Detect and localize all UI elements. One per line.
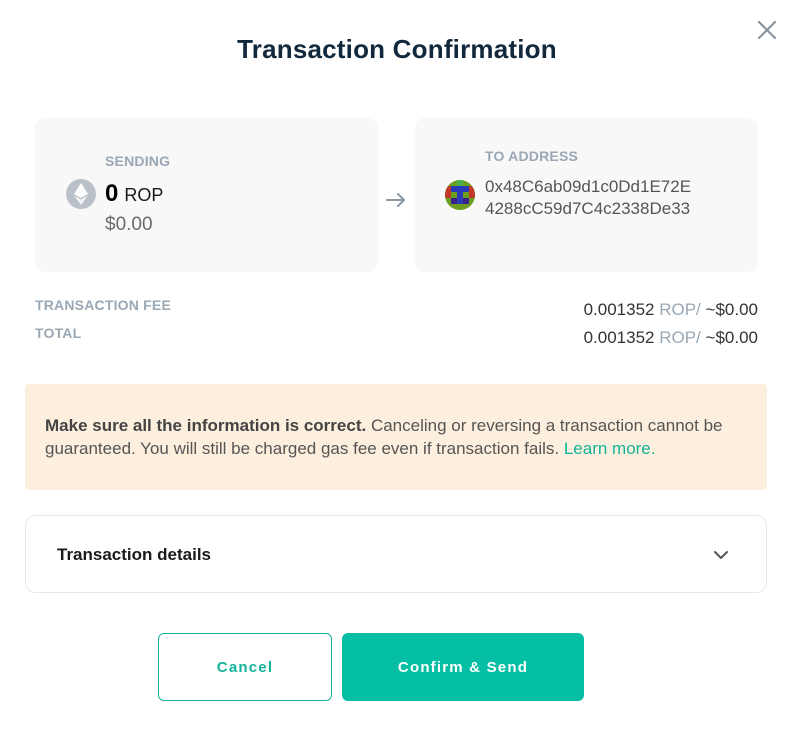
fee-fiat: ~$0.00 (705, 300, 758, 319)
ethereum-icon (66, 179, 96, 209)
sending-amount: 0 ROP (105, 180, 163, 208)
sending-fiat: $0.00 (105, 214, 153, 235)
transaction-fee-row: TRANSACTION FEE 0.001352 ROP/ ~$0.00 (35, 297, 758, 321)
total-value: 0.001352 ROP/ ~$0.00 (584, 328, 758, 348)
transaction-details-accordion[interactable]: Transaction details (25, 515, 767, 593)
identicon-avatar (445, 180, 475, 210)
transaction-confirmation-modal: Transaction Confirmation SENDING 0 ROP $0… (0, 0, 794, 733)
recipient-address: 0x48C6ab09d1c0Dd1E72E4288cC59d7C4c2338De… (485, 177, 692, 218)
to-address-label: TO ADDRESS (485, 148, 579, 164)
transaction-fee-label: TRANSACTION FEE (35, 297, 171, 313)
confirm-send-button[interactable]: Confirm & Send (342, 633, 584, 701)
transaction-fee-value: 0.001352 ROP/ ~$0.00 (584, 300, 758, 320)
transaction-details-label: Transaction details (57, 545, 211, 564)
learn-more-link[interactable]: Learn more. (564, 439, 656, 458)
total-amount: 0.001352 (583, 328, 655, 347)
total-unit: ROP/ (659, 328, 701, 347)
sending-card: SENDING 0 ROP $0.00 (35, 118, 378, 272)
warning-banner: Make sure all the information is correct… (25, 384, 767, 490)
chevron-down-icon (712, 546, 730, 564)
page-title: Transaction Confirmation (237, 34, 557, 64)
amount-value: 0 (105, 180, 119, 207)
sending-label: SENDING (105, 153, 171, 169)
to-address-card: TO ADDRESS 0x48C6ab09d1c0Dd1E72E4288cC59… (415, 118, 758, 272)
total-row: TOTAL 0.001352 ROP/ ~$0.00 (35, 325, 758, 349)
fee-amount: 0.001352 (583, 300, 655, 319)
total-fiat: ~$0.00 (705, 328, 758, 347)
cancel-button[interactable]: Cancel (158, 633, 332, 701)
arrow-right-icon (384, 188, 408, 212)
warning-bold-text: Make sure all the information is correct… (45, 416, 367, 435)
total-label: TOTAL (35, 325, 82, 341)
fee-unit: ROP/ (659, 300, 701, 319)
amount-unit: ROP (124, 185, 164, 205)
